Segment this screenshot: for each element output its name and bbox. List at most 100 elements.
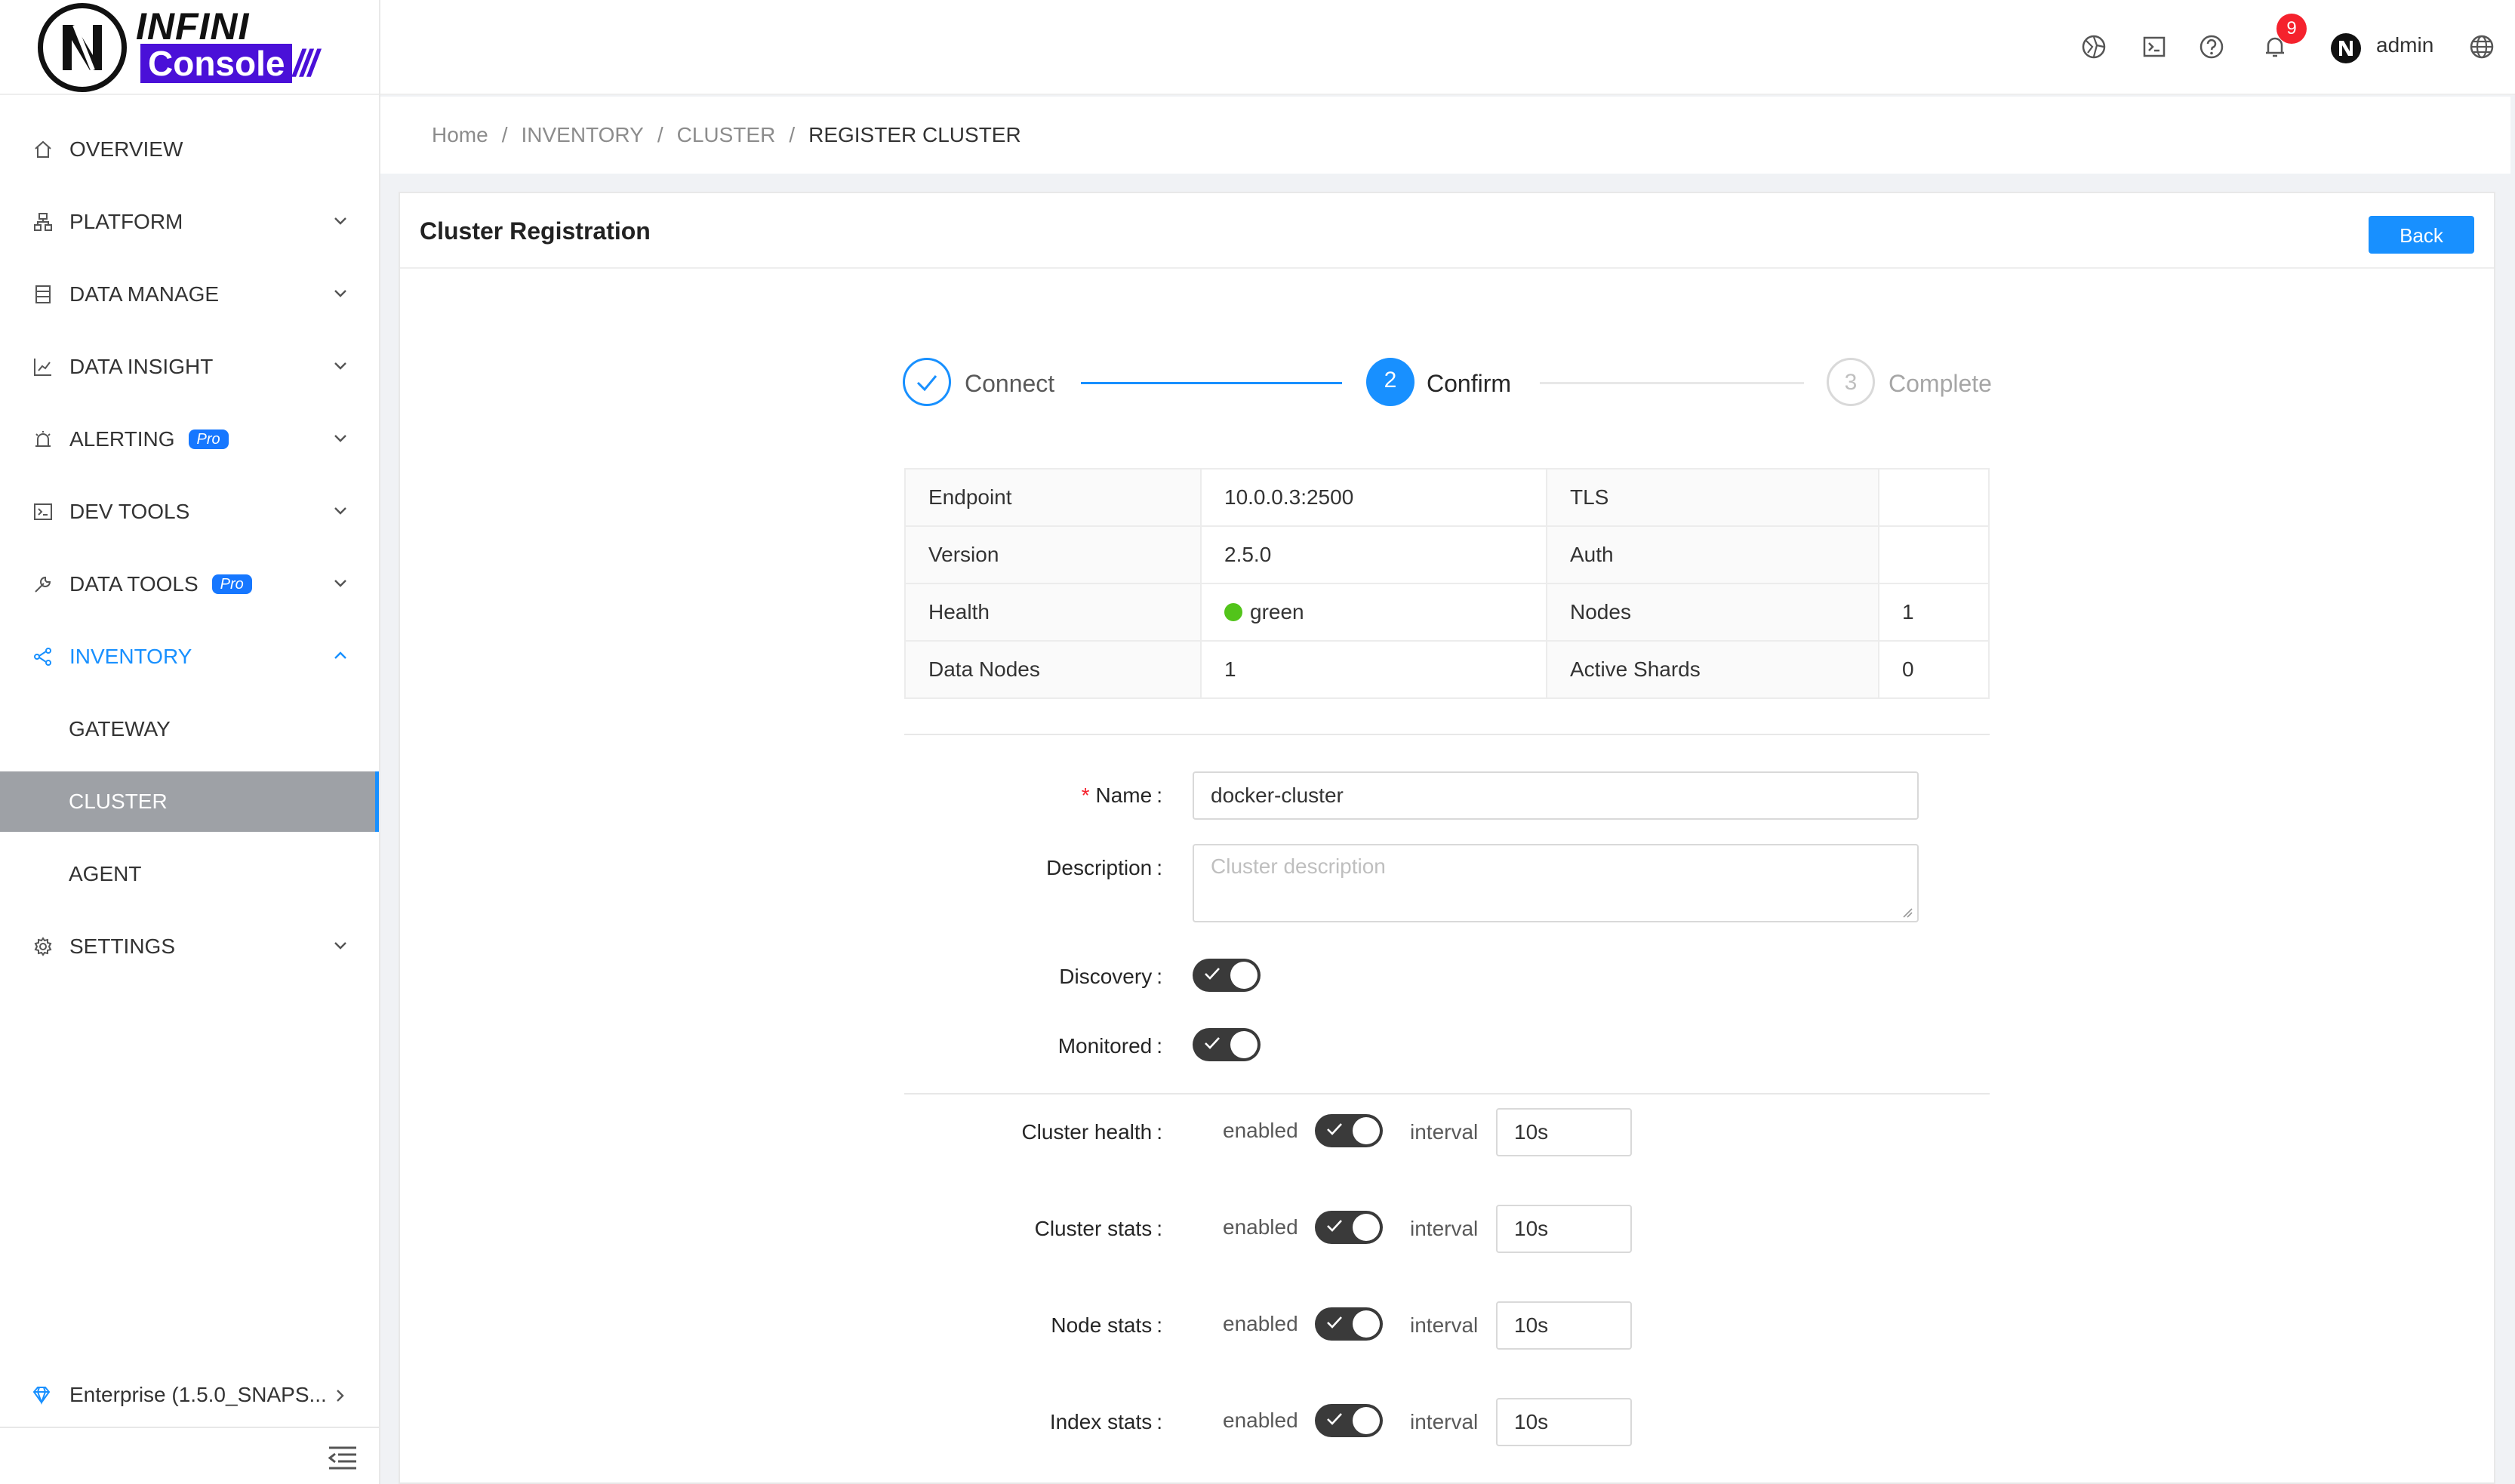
info-value: 2.5.0	[1200, 525, 1547, 584]
sidebar-item-platform[interactable]: PLATFORM	[0, 186, 379, 258]
breadcrumb-separator: /	[501, 123, 508, 146]
diamond-icon	[32, 1384, 54, 1406]
metric-label-text: Index stats	[1049, 1410, 1153, 1433]
metric-label-cluster-health: Cluster health:	[860, 1120, 1162, 1144]
sidebar-item-label: PLATFORM	[69, 210, 183, 233]
brand-name-top: INFINI	[136, 5, 250, 48]
check-icon	[1327, 1316, 1342, 1329]
sidebar-item-data-insight[interactable]: DATA INSIGHT	[0, 331, 379, 403]
sidebar-item-gateway[interactable]: GATEWAY	[0, 693, 379, 765]
cluster-health-switch[interactable]	[1315, 1114, 1383, 1147]
user-name[interactable]: admin	[2376, 33, 2433, 57]
metric-label-text: Cluster health	[1021, 1120, 1153, 1144]
gear-icon	[32, 935, 54, 958]
enabled-text: enabled	[1223, 1215, 1298, 1239]
language-globe-icon[interactable]	[2468, 33, 2495, 60]
step-connect-label: Connect	[965, 370, 1055, 397]
switch-knob	[1353, 1407, 1380, 1434]
card-header: Cluster Registration Back	[400, 193, 2494, 269]
index-stats-switch[interactable]	[1315, 1404, 1383, 1437]
sidebar-item-dev-tools[interactable]: DEV TOOLS	[0, 476, 379, 548]
sidebar-item-label: CLUSTER	[69, 790, 168, 813]
chevron-right-icon	[337, 1390, 344, 1402]
interval-text: interval	[1410, 1217, 1479, 1240]
switch-knob	[1353, 1214, 1380, 1241]
sidebar-item-data-manage[interactable]: DATA MANAGE	[0, 258, 379, 331]
sidebar-item-label: INVENTORY	[69, 645, 192, 668]
breadcrumb-home[interactable]: Home	[432, 123, 488, 147]
check-icon	[1205, 1037, 1220, 1049]
description-label: Description:	[860, 856, 1162, 880]
discovery-switch[interactable]	[1193, 959, 1261, 992]
sidebar-nav: OVERVIEW PLATFORM DATA MANAGE DATA INSIG…	[0, 113, 379, 983]
sidebar-item-overview[interactable]: OVERVIEW	[0, 113, 379, 186]
switch-knob	[1353, 1310, 1380, 1338]
info-label: Version	[904, 525, 1202, 584]
metric-label-text: Node stats	[1051, 1313, 1153, 1337]
info-label: Data Nodes	[904, 640, 1202, 699]
sidebar-item-cluster[interactable]: CLUSTER	[0, 771, 379, 832]
chevron-down-icon	[334, 435, 346, 442]
interval-text: interval	[1410, 1120, 1479, 1144]
table-row: Endpoint 10.0.0.3:2500 TLS	[904, 468, 1990, 527]
back-button[interactable]: Back	[2369, 216, 2474, 254]
node-stats-switch[interactable]	[1315, 1307, 1383, 1341]
resize-handle-icon[interactable]	[1902, 907, 1913, 918]
index-stats-interval-input[interactable]: 10s	[1496, 1398, 1632, 1446]
home-icon	[32, 138, 54, 161]
info-value-health: green	[1200, 583, 1547, 642]
step-connector	[1540, 382, 1804, 384]
description-label-text: Description	[1046, 856, 1153, 879]
name-input[interactable]: docker-cluster	[1193, 771, 1919, 820]
console-icon[interactable]	[2141, 33, 2168, 60]
alarm-icon	[32, 428, 54, 451]
label-colon: :	[1156, 856, 1162, 879]
discovery-label-text: Discovery	[1059, 965, 1153, 988]
check-icon	[1327, 1123, 1342, 1135]
chevron-down-icon	[334, 942, 346, 950]
step-connector	[1081, 382, 1342, 384]
sidebar-item-settings[interactable]: SETTINGS	[0, 910, 379, 983]
metric-label-node-stats: Node stats:	[860, 1313, 1162, 1338]
enabled-text: enabled	[1223, 1409, 1298, 1432]
help-icon[interactable]	[2198, 33, 2225, 60]
metric-label-cluster-stats: Cluster stats:	[860, 1217, 1162, 1241]
check-icon	[1327, 1220, 1342, 1232]
sidebar-item-label: AGENT	[69, 862, 142, 885]
node-stats-interval-input[interactable]: 10s	[1496, 1301, 1632, 1350]
menu-collapse-icon[interactable]	[328, 1445, 358, 1472]
sidebar-item-agent[interactable]: AGENT	[0, 838, 379, 910]
tool-icon	[32, 573, 54, 596]
label-colon: :	[1156, 965, 1162, 988]
description-textarea[interactable]: Cluster description	[1193, 844, 1919, 922]
info-value	[1878, 468, 1990, 527]
sidebar-item-inventory[interactable]: INVENTORY	[0, 620, 379, 693]
cluster-stats-interval-input[interactable]: 10s	[1496, 1205, 1632, 1253]
sidebar-item-data-tools[interactable]: DATA TOOLS Pro	[0, 548, 379, 620]
sidebar-item-alerting[interactable]: ALERTING Pro	[0, 403, 379, 476]
cluster-info-table: Endpoint 10.0.0.3:2500 TLS Version 2.5.0…	[904, 468, 1990, 699]
enabled-text: enabled	[1223, 1312, 1298, 1335]
sidebar-item-label: DEV TOOLS	[69, 500, 190, 523]
health-text: green	[1250, 600, 1304, 623]
label-colon: :	[1156, 1217, 1162, 1240]
page-title: Cluster Registration	[420, 217, 651, 245]
chevron-down-icon	[334, 362, 346, 370]
enabled-text: enabled	[1223, 1119, 1298, 1142]
brand-logo[interactable]: INFINI Console ///	[0, 0, 379, 95]
chevron-down-icon	[334, 217, 346, 225]
cluster-stats-switch[interactable]	[1315, 1211, 1383, 1244]
breadcrumb-inventory[interactable]: INVENTORY	[521, 123, 643, 147]
info-value: 1	[1878, 583, 1990, 642]
metric-label-index-stats: Index stats:	[860, 1410, 1162, 1434]
edition-info[interactable]: Enterprise (1.5.0_SNAPS...	[0, 1363, 379, 1428]
avatar[interactable]	[2331, 33, 2361, 63]
monitored-switch[interactable]	[1193, 1028, 1261, 1061]
theme-icon[interactable]	[2080, 33, 2107, 60]
info-value: 1	[1200, 640, 1547, 699]
cluster-health-interval-input[interactable]: 10s	[1496, 1108, 1632, 1156]
interval-text: interval	[1410, 1410, 1479, 1433]
info-label: Health	[904, 583, 1202, 642]
info-label: Auth	[1546, 525, 1879, 584]
breadcrumb-cluster[interactable]: CLUSTER	[677, 123, 776, 147]
